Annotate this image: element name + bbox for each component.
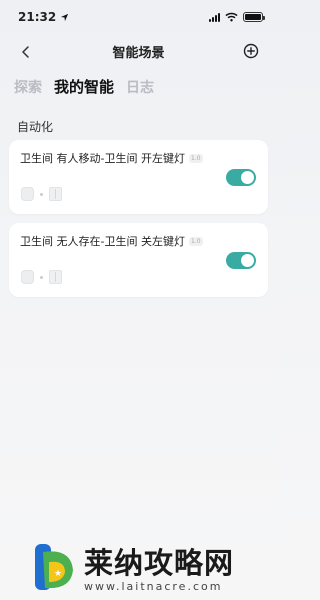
status-bar: 21:32: [0, 0, 277, 34]
watermark-text: 莱纳攻略网: [84, 546, 235, 580]
automation-title-row: 卫生间 有人移动-卫生间 开左键灯 1.0: [20, 150, 203, 166]
status-left: 21:32: [18, 10, 69, 24]
presence-sensor-icon: [21, 270, 34, 284]
tab-bar: 探索 我的智能 日志: [14, 76, 154, 97]
back-button[interactable]: [16, 42, 36, 62]
automation-title-row: 卫生间 无人存在-卫生间 关左键灯 1.0: [20, 233, 203, 249]
watermark-url: www.laitnacre.com: [84, 580, 223, 593]
device-icons: [21, 270, 62, 284]
chevron-left-icon: [22, 46, 29, 58]
tab-log[interactable]: 日志: [126, 77, 154, 97]
automation-card[interactable]: 卫生间 无人存在-卫生间 关左键灯 1.0: [9, 223, 268, 297]
automation-title: 卫生间 无人存在-卫生间 关左键灯: [20, 235, 185, 248]
automation-toggle[interactable]: [226, 169, 256, 186]
site-logo-icon: ★: [35, 544, 73, 590]
toggle-knob: [241, 254, 254, 267]
location-arrow-icon: [61, 13, 69, 21]
version-badge: 1.0: [188, 236, 203, 246]
nav-bar: 智能场景: [0, 34, 277, 68]
separator-dot: [40, 192, 43, 196]
status-right: [209, 12, 265, 22]
section-title: 自动化: [17, 120, 54, 134]
wall-switch-icon: [49, 270, 62, 284]
automation-card[interactable]: 卫生间 有人移动-卫生间 开左键灯 1.0: [9, 140, 268, 214]
add-scene-button[interactable]: [241, 41, 261, 61]
plus-circle-icon: [243, 43, 259, 59]
battery-icon: [243, 12, 265, 22]
device-icons: [21, 187, 62, 201]
toggle-knob: [241, 171, 254, 184]
tab-explore[interactable]: 探索: [14, 77, 42, 97]
page-title: 智能场景: [112, 45, 165, 61]
tab-my-smart[interactable]: 我的智能: [54, 76, 114, 97]
signal-icon: [209, 12, 220, 22]
wall-switch-icon: [49, 187, 62, 201]
motion-sensor-icon: [21, 187, 34, 201]
wifi-icon: [225, 12, 238, 22]
separator-dot: [40, 275, 43, 279]
status-time: 21:32: [18, 10, 57, 24]
watermark: ★ 莱纳攻略网 www.laitnacre.com: [24, 538, 277, 600]
automation-toggle[interactable]: [226, 252, 256, 269]
automation-title: 卫生间 有人移动-卫生间 开左键灯: [20, 152, 185, 165]
svg-text:★: ★: [54, 569, 62, 579]
version-badge: 1.0: [188, 153, 203, 163]
